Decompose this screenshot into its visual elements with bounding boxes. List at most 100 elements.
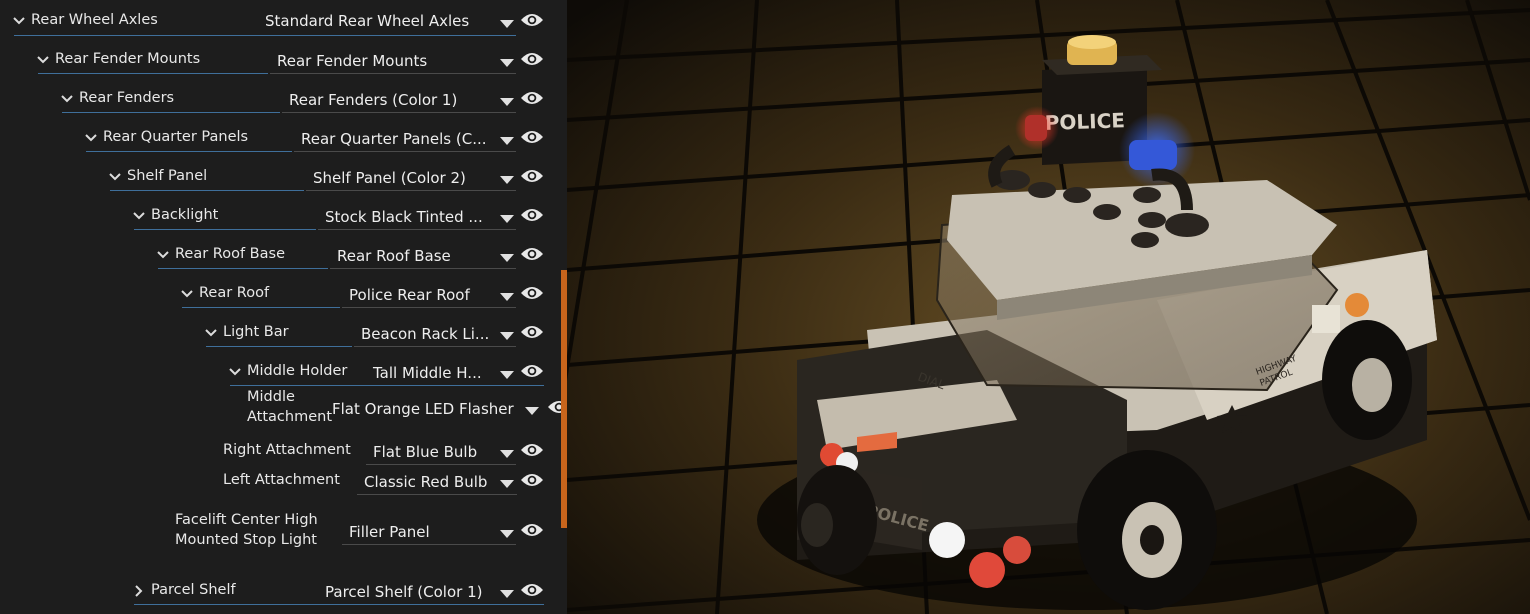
part-select-value[interactable]: Rear Fenders (Color 1): [289, 91, 457, 109]
tree-row-rear-roof-base[interactable]: Rear Roof Base Rear Roof Base: [0, 242, 567, 272]
value-underline: [282, 112, 516, 113]
part-select-value[interactable]: Flat Orange LED Flasher: [332, 400, 514, 418]
chevron-down-icon[interactable]: [36, 53, 50, 67]
value-underline: [354, 346, 516, 347]
dropdown-triangle-icon[interactable]: [499, 96, 515, 108]
eye-icon[interactable]: [520, 363, 544, 379]
tree-row-facelift-chmsl[interactable]: Facelift Center High Mounted Stop Light …: [0, 510, 567, 550]
part-select-value[interactable]: Stock Black Tinted ...: [325, 208, 483, 226]
eye-icon[interactable]: [520, 285, 544, 301]
eye-icon[interactable]: [520, 442, 544, 458]
tree-row-shelf-panel[interactable]: Shelf Panel Shelf Panel (Color 2): [0, 164, 567, 194]
dropdown-triangle-icon[interactable]: [499, 448, 515, 460]
tree-row-rear-fenders[interactable]: Rear Fenders Rear Fenders (Color 1): [0, 86, 567, 116]
dropdown-triangle-icon[interactable]: [524, 405, 540, 417]
label-underline: [230, 385, 544, 386]
chevron-right-icon[interactable]: [132, 584, 146, 598]
eye-icon[interactable]: [520, 207, 544, 223]
label-underline: [182, 307, 340, 308]
tree-row-rear-roof[interactable]: Rear Roof Police Rear Roof: [0, 281, 567, 311]
dropdown-triangle-icon[interactable]: [499, 330, 515, 342]
dropdown-triangle-icon[interactable]: [499, 57, 515, 69]
tree-row-left-attachment[interactable]: Left Attachment Classic Red Bulb: [0, 469, 567, 499]
label-underline: [206, 346, 352, 347]
dropdown-triangle-icon[interactable]: [499, 478, 515, 490]
eye-icon[interactable]: [520, 246, 544, 262]
tree-row-middle-attachment[interactable]: Middle Attachment Flat Orange LED Flashe…: [0, 387, 567, 427]
dropdown-triangle-icon[interactable]: [499, 174, 515, 186]
tree-row-label: Light Bar: [223, 324, 289, 340]
eye-icon[interactable]: [520, 12, 544, 28]
tree-row-label: Shelf Panel: [127, 168, 208, 184]
label-underline: [110, 190, 304, 191]
part-select-value[interactable]: Flat Blue Bulb: [373, 443, 477, 461]
dropdown-triangle-icon[interactable]: [499, 213, 515, 225]
dropdown-triangle-icon[interactable]: [499, 528, 515, 540]
chevron-down-icon[interactable]: [228, 365, 242, 379]
eye-icon[interactable]: [520, 472, 544, 488]
chevron-down-icon[interactable]: [60, 92, 74, 106]
chevron-down-icon[interactable]: [204, 326, 218, 340]
tree-row-label-line1: Facelift Center High: [175, 512, 318, 528]
chevron-down-icon[interactable]: [156, 248, 170, 262]
tree-row-label: Middle Holder: [247, 363, 348, 379]
part-select-value[interactable]: Tall Middle H...: [373, 364, 482, 382]
tree-row-rear-wheel-axles[interactable]: Rear Wheel Axles Standard Rear Wheel Axl…: [0, 8, 567, 38]
part-select-value[interactable]: Police Rear Roof: [349, 286, 470, 304]
eye-icon[interactable]: [547, 399, 561, 415]
part-select-value[interactable]: Shelf Panel (Color 2): [313, 169, 466, 187]
tree-row-light-bar[interactable]: Light Bar Beacon Rack Li...: [0, 320, 567, 350]
chevron-down-icon[interactable]: [12, 14, 26, 28]
part-select-value[interactable]: Beacon Rack Li...: [361, 325, 489, 343]
chevron-down-icon[interactable]: [180, 287, 194, 301]
red-bulb: [1025, 115, 1047, 141]
eye-icon[interactable]: [520, 51, 544, 67]
dropdown-triangle-icon[interactable]: [499, 252, 515, 264]
part-select-value[interactable]: Filler Panel: [349, 523, 430, 541]
3d-viewport[interactable]: POLICE HIGHWAY PATROL DIAL POLICE: [567, 0, 1530, 614]
tree-row-label-line2: Mounted Stop Light: [175, 532, 317, 548]
part-select-value[interactable]: Parcel Shelf (Color 1): [325, 583, 482, 601]
chevron-down-icon[interactable]: [132, 209, 146, 223]
dropdown-triangle-icon[interactable]: [499, 369, 515, 381]
part-select-value[interactable]: Rear Quarter Panels (C...: [301, 130, 487, 148]
part-select-value[interactable]: Rear Fender Mounts: [277, 52, 427, 70]
tree-row-parcel-shelf[interactable]: Parcel Shelf Parcel Shelf (Color 1): [0, 578, 567, 608]
viewport-scene: POLICE HIGHWAY PATROL DIAL POLICE: [567, 0, 1530, 614]
tree-row-label: Right Attachment: [223, 442, 351, 458]
tree-row-label: Rear Quarter Panels: [103, 129, 249, 145]
tree-row-middle-holder[interactable]: Middle Holder Tall Middle H...: [0, 359, 567, 389]
dropdown-triangle-icon[interactable]: [499, 18, 515, 30]
tree-row-right-attachment[interactable]: Right Attachment Flat Blue Bulb: [0, 439, 567, 469]
label-underline: [14, 35, 516, 36]
tree-row-rear-quarter-panels[interactable]: Rear Quarter Panels Rear Quarter Panels …: [0, 125, 567, 155]
eye-icon[interactable]: [520, 168, 544, 184]
part-select-value[interactable]: Rear Roof Base: [337, 247, 451, 265]
tree-row-backlight[interactable]: Backlight Stock Black Tinted ...: [0, 203, 567, 233]
eye-icon[interactable]: [520, 129, 544, 145]
tree-row-label: Rear Roof: [199, 285, 270, 301]
value-underline: [357, 494, 517, 495]
tree-row-rear-fender-mounts[interactable]: Rear Fender Mounts Rear Fender Mounts: [0, 47, 567, 77]
eye-icon[interactable]: [520, 324, 544, 340]
value-underline: [342, 544, 516, 545]
part-select-value[interactable]: Classic Red Bulb: [364, 473, 487, 491]
dropdown-triangle-icon[interactable]: [499, 588, 515, 600]
tree-row-label: Backlight: [151, 207, 219, 223]
value-underline: [330, 268, 516, 269]
eye-icon[interactable]: [520, 582, 544, 598]
value-underline: [366, 464, 516, 465]
value-underline: [318, 229, 516, 230]
value-underline: [306, 190, 516, 191]
part-select-value[interactable]: Standard Rear Wheel Axles: [265, 12, 469, 30]
dropdown-triangle-icon[interactable]: [499, 135, 515, 147]
label-underline: [86, 151, 292, 152]
dropdown-triangle-icon[interactable]: [499, 291, 515, 303]
chevron-down-icon[interactable]: [84, 131, 98, 145]
tree-row-label: Rear Fender Mounts: [55, 51, 201, 67]
tree-row-label: Parcel Shelf: [151, 582, 236, 598]
eye-icon[interactable]: [520, 90, 544, 106]
tree-row-label-line1: Middle: [247, 389, 295, 405]
chevron-down-icon[interactable]: [108, 170, 122, 184]
eye-icon[interactable]: [520, 522, 544, 538]
